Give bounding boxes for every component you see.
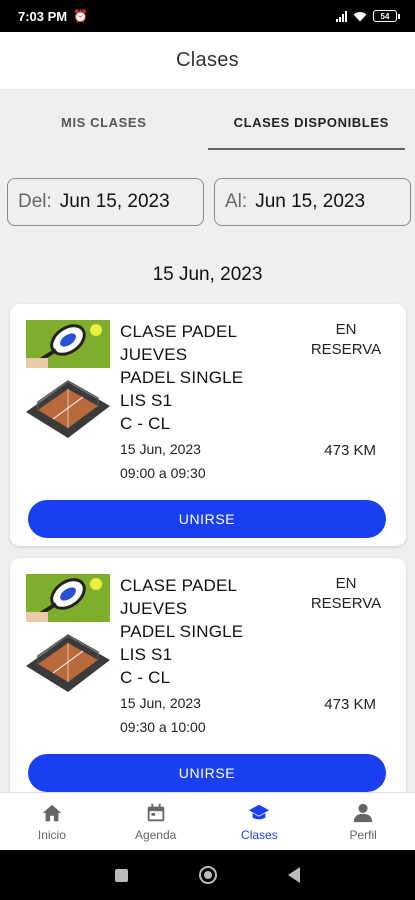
signal-icon	[336, 10, 347, 22]
from-date-label: Del:	[18, 191, 52, 212]
padel-racket-image	[26, 574, 110, 622]
class-distance: 473 KM	[324, 696, 376, 713]
nav-item-perfil[interactable]: Perfil	[311, 793, 415, 850]
nav-item-inicio[interactable]: Inicio	[0, 793, 104, 850]
nav-label-inicio: Inicio	[37, 827, 66, 842]
class-date: 15 Jun, 2023	[120, 695, 201, 711]
status-time: 7:03 PM	[18, 8, 68, 24]
person-icon	[353, 803, 373, 822]
tabs: MIS CLASES CLASES DISPONIBLES	[0, 90, 415, 154]
graduation-cap-icon	[249, 804, 270, 819]
class-level: LIS S1	[120, 391, 173, 410]
to-date-field[interactable]: Al: Jun 15, 2023	[214, 178, 411, 226]
bottom-nav: Inicio Agenda Clases Perfil	[0, 792, 415, 850]
nav-label-perfil: Perfil	[349, 827, 377, 842]
home-button-icon[interactable]	[198, 866, 217, 884]
class-status-line-2: RESERVA	[310, 341, 382, 358]
tab-mis-clases[interactable]: MIS CLASES	[0, 90, 208, 154]
class-day: JUEVES	[120, 345, 188, 364]
class-date: 15 Jun, 2023	[120, 441, 201, 457]
class-card: CLASE PADEL JUEVES PADEL SINGLE LIS S1 C…	[10, 558, 406, 800]
class-status-line-2: RESERVA	[310, 595, 382, 612]
recents-icon[interactable]	[115, 868, 129, 882]
class-title: CLASE PADEL	[120, 576, 238, 595]
class-time: 09:30 a 10:00	[120, 719, 206, 735]
nav-item-clases[interactable]: Clases	[208, 793, 312, 850]
to-date-label: Al:	[225, 191, 248, 212]
class-type: PADEL SINGLE	[120, 622, 244, 641]
class-status-line-1: EN	[335, 321, 357, 338]
padel-court-image	[26, 634, 110, 692]
class-info: CLASE PADEL JUEVES PADEL SINGLE LIS S1 C…	[120, 574, 300, 739]
back-icon[interactable]	[287, 867, 300, 883]
padel-court-image	[26, 380, 110, 438]
nav-item-agenda[interactable]: Agenda	[104, 793, 208, 850]
padel-racket-image	[26, 320, 110, 368]
class-card: CLASE PADEL JUEVES PADEL SINGLE LIS S1 C…	[10, 304, 406, 546]
date-filter-row: Del: Jun 15, 2023 Al: Jun 15, 2023	[7, 178, 411, 226]
battery-icon: 54	[373, 10, 400, 22]
from-date-field[interactable]: Del: Jun 15, 2023	[7, 178, 204, 226]
wifi-icon	[353, 11, 367, 21]
date-heading: 15 Jun, 2023	[152, 264, 263, 285]
tab-clases-disponibles[interactable]: CLASES DISPONIBLES	[207, 90, 415, 154]
class-type: PADEL SINGLE	[120, 368, 244, 387]
class-level: LIS S1	[120, 645, 173, 664]
class-court: C - CL	[120, 668, 171, 687]
system-nav-bar	[0, 850, 415, 900]
class-status: EN RESERVA	[306, 574, 386, 614]
class-status: EN RESERVA	[306, 320, 386, 360]
page-title: Clases	[176, 49, 239, 71]
join-button[interactable]: UNIRSE	[28, 754, 386, 792]
calendar-icon	[147, 803, 164, 821]
nav-label-clases: Clases	[241, 827, 278, 842]
status-bar: 7:03 PM ⏰ 54	[0, 0, 415, 32]
app-header: Clases	[0, 32, 415, 90]
home-icon	[42, 804, 62, 821]
to-date-value: Jun 15, 2023	[255, 191, 366, 212]
class-info: CLASE PADEL JUEVES PADEL SINGLE LIS S1 C…	[120, 320, 300, 485]
alarm-icon: ⏰	[73, 9, 89, 23]
join-button[interactable]: UNIRSE	[28, 500, 386, 538]
class-court: C - CL	[120, 414, 171, 433]
class-title: CLASE PADEL	[120, 322, 238, 341]
class-distance: 473 KM	[324, 442, 376, 459]
class-day: JUEVES	[120, 599, 188, 618]
from-date-value: Jun 15, 2023	[59, 191, 170, 212]
nav-label-agenda: Agenda	[134, 827, 177, 842]
class-time: 09:00 a 09:30	[120, 465, 206, 481]
class-status-line-1: EN	[335, 575, 357, 592]
battery-level: 54	[380, 11, 390, 21]
